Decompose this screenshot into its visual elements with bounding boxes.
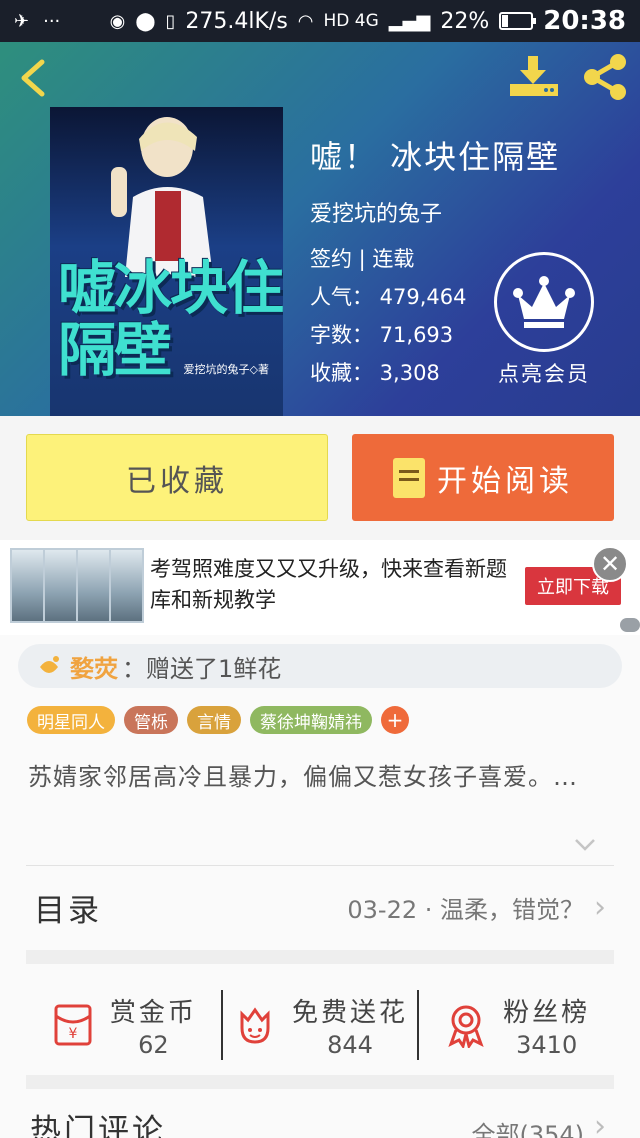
book-title: 嘘！ 冰块住隔壁: [310, 138, 561, 176]
vip-badge: [494, 252, 594, 352]
red-envelope-icon: ¥: [54, 1004, 92, 1046]
svg-text:¥: ¥: [68, 1026, 77, 1042]
add-tag-button[interactable]: +: [381, 706, 409, 734]
section-gap: [26, 950, 614, 964]
action-bar: 已收藏 开始阅读: [0, 416, 640, 540]
start-reading-button[interactable]: 开始阅读: [352, 434, 614, 521]
latest-chapter: 03-22 · 温柔，错觉？: [347, 896, 584, 924]
download-icon: [510, 56, 558, 96]
vibrate-icon: ▯: [165, 10, 176, 32]
gift-user: 婺荧: [70, 654, 118, 683]
comments-label: 热门评论: [30, 1113, 166, 1138]
cover-person-image: [111, 117, 213, 277]
table-of-contents-row[interactable]: 目录 03-22 · 温柔，错觉？ ›: [26, 865, 614, 950]
all-comments-link[interactable]: 全部(354): [471, 1115, 584, 1138]
share-icon: [584, 54, 626, 100]
vip-label: 点亮会员: [498, 362, 590, 386]
download-button[interactable]: [508, 54, 560, 100]
network-speed: 275.4lK/s: [185, 8, 288, 34]
stats-row: ¥ 赏金币 62 免费送花 844 粉丝榜 3410: [26, 975, 614, 1075]
cover-author: 爱挖坑的兔子◇著: [183, 363, 269, 376]
wifi-icon: ◠: [297, 10, 314, 32]
tag[interactable]: 言情: [187, 706, 241, 734]
section-gap: [26, 1075, 614, 1089]
reward-coins-button[interactable]: ¥ 赏金币 62: [26, 992, 221, 1059]
notification-icon: ✈: [14, 10, 30, 32]
back-button[interactable]: [14, 56, 54, 100]
book-description[interactable]: 苏婧家邻居高冷且暴力，偏偏又惹女孩子喜爱。…: [28, 760, 613, 794]
more-icon: ···: [43, 10, 61, 32]
favorite-button[interactable]: 已收藏: [26, 434, 328, 521]
ad-text: 考驾照难度又又又升级，快来查看新题库和新规教学: [150, 557, 507, 612]
send-flower-button[interactable]: 免费送花 844: [223, 992, 418, 1059]
fan-ranking-button[interactable]: 粉丝榜 3410: [419, 992, 614, 1059]
start-reading-label: 开始阅读: [437, 463, 573, 499]
chevron-down-icon[interactable]: [572, 835, 598, 855]
stat-value: 3410: [516, 1030, 578, 1059]
book-header: 嘘冰块住隔壁 爱挖坑的兔子◇著 嘘！ 冰块住隔壁 爱挖坑的兔子 签约 | 连载 …: [0, 42, 640, 417]
share-button[interactable]: [580, 52, 630, 102]
stat-value: 844: [327, 1030, 373, 1059]
battery-percent: 22%: [440, 8, 490, 34]
close-icon[interactable]: ✕: [592, 546, 628, 582]
tag[interactable]: 明星同人: [27, 706, 115, 734]
tag-list: 明星同人 管栎 言情 蔡徐坤鞠婧祎 +: [27, 706, 409, 734]
gift-icon: [40, 656, 59, 673]
crown-icon: [513, 276, 575, 328]
chevron-right-icon: ›: [594, 1109, 606, 1138]
signal-icon: ▂▄▆: [388, 10, 431, 32]
ad-banner[interactable]: 考驾照难度又又又升级，快来查看新题库和新规教学 立即下载 ✕: [0, 540, 640, 635]
location-icon: ⬤: [135, 10, 156, 32]
tag[interactable]: 蔡徐坤鞠婧祎: [250, 706, 372, 734]
audio-icon: ◉: [109, 10, 126, 32]
vip-button[interactable]: 点亮会员: [493, 252, 595, 388]
medal-icon: [448, 1005, 484, 1048]
book-icon: [393, 457, 425, 498]
stat-label: 赏金币: [109, 997, 197, 1028]
stat-value: 62: [138, 1030, 169, 1059]
book-cover[interactable]: 嘘冰块住隔壁 爱挖坑的兔子◇著: [50, 107, 283, 417]
gift-ticker[interactable]: 婺荧 ：赠送了1鲜花: [18, 644, 622, 688]
chevron-left-icon: [21, 59, 45, 97]
battery-icon: [499, 12, 537, 30]
ad-mark-icon: [620, 618, 640, 632]
toc-label: 目录: [34, 893, 102, 929]
stat-label: 免费送花: [292, 997, 409, 1028]
stat-label: 粉丝榜: [503, 997, 591, 1028]
network-type: HD 4G: [323, 11, 379, 31]
book-author[interactable]: 爱挖坑的兔子: [310, 196, 560, 228]
gift-text: ：赠送了1鲜花: [122, 654, 282, 683]
chevron-right-icon: ›: [594, 890, 606, 925]
status-bar: ✈ ··· ◉ ⬤ ▯ 275.4lK/s ◠ HD 4G ▂▄▆ 22% 20…: [0, 0, 640, 42]
ad-image: [10, 548, 144, 623]
tag[interactable]: 管栎: [124, 706, 178, 734]
hot-comments-row[interactable]: 热门评论 全部(354) ›: [26, 1105, 614, 1138]
flower-icon: [240, 1007, 270, 1044]
clock: 20:38: [543, 6, 626, 36]
book-details: 婺荧 ：赠送了1鲜花 明星同人 管栎 言情 蔡徐坤鞠婧祎 + 苏婧家邻居高冷且暴…: [0, 635, 640, 1138]
